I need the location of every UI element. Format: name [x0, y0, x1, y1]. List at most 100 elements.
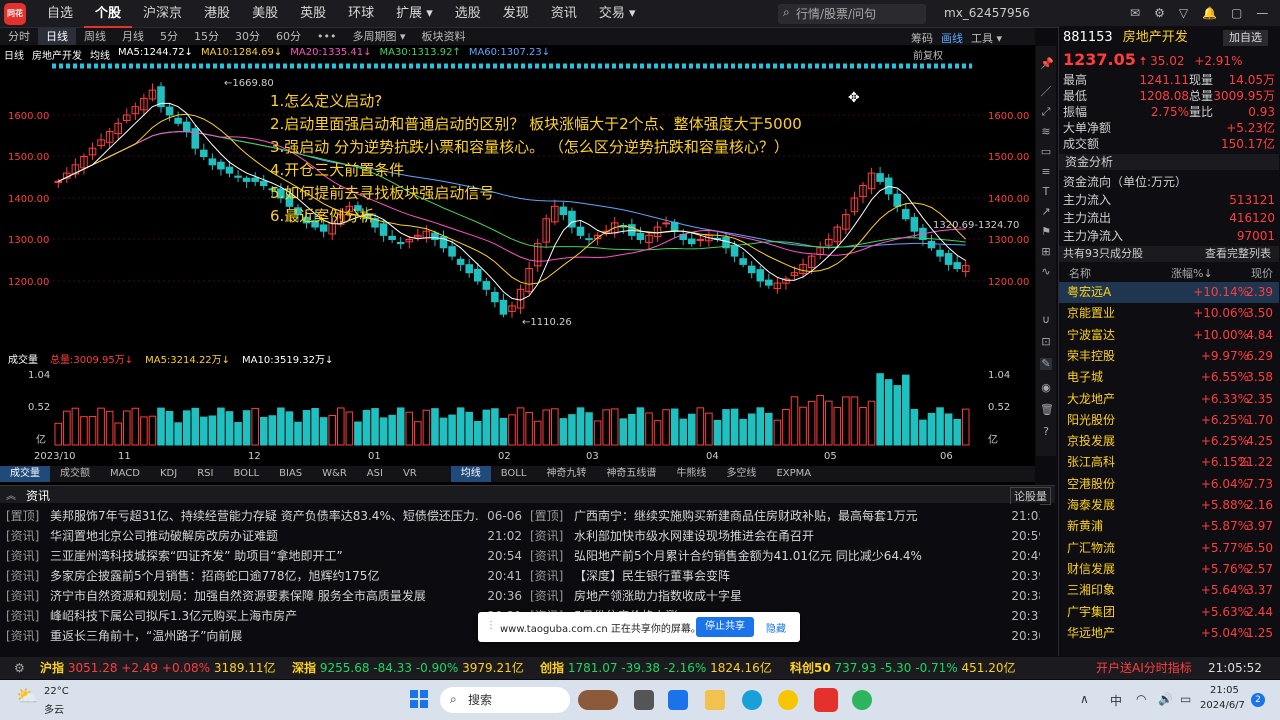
overlay-tab[interactable]: 牛熊线 [666, 466, 716, 482]
index-sz[interactable]: 深指 9255.68 -84.33 -0.90% 3979.21亿 [292, 657, 524, 679]
news-headline[interactable]: 多家房企披露前5个月销售：招商蛇口逾778亿，旭辉约175亿 [50, 566, 480, 586]
multi-period-button[interactable]: 多周期图 ▾ [344, 28, 413, 45]
tray-chevron-icon[interactable]: ∧ [1080, 692, 1089, 706]
news-row[interactable]: [资讯]峰岹科技下属公司拟斥1.3亿元购买上海市房产20:31 [6, 606, 526, 626]
index-sh[interactable]: 沪指 3051.28 +2.49 +0.08% 3189.11亿 [40, 657, 276, 679]
wifi-icon[interactable]: ◠ [1136, 692, 1146, 706]
stock-row[interactable]: 广宇集团 +5.63% 2.44 [1059, 602, 1279, 623]
line-tool-icon[interactable]: ／ [1040, 86, 1052, 98]
news-headline[interactable]: 广西南宁：继续实施购买新建商品住房财政补贴，最高每套1万元 [574, 506, 1004, 526]
news-row[interactable]: [资讯] 房地产领涨助力指数收成十字星 20:38 [530, 586, 1040, 606]
news-headline[interactable]: 房地产领涨助力指数收成十字星 [574, 586, 1004, 606]
taskbar-search[interactable]: 搜索 [440, 687, 570, 713]
add-watchlist-button[interactable]: 加自选 [1223, 30, 1268, 46]
nav-item[interactable]: 环球 [337, 0, 385, 28]
nav-item[interactable]: 交易 ▾ [588, 0, 647, 28]
volume-chart[interactable]: 1.04 0.52 亿 1.04 0.52 亿 2023/10 11 12 01… [0, 365, 1035, 465]
overlay-tab[interactable]: EXPMA [766, 466, 821, 482]
nav-item[interactable]: 自选 [36, 0, 84, 28]
lock-icon[interactable]: ⊡ [1040, 336, 1052, 348]
pen-icon[interactable]: ✎ [1040, 358, 1052, 370]
news-headline[interactable]: 【深度】民生银行董事会变阵 [574, 566, 1004, 586]
overlay-tab[interactable]: 神奇九转 [536, 466, 596, 482]
indicator-tab[interactable]: 成交额 [50, 466, 100, 482]
indicator-tab-active[interactable]: 成交量 [0, 466, 50, 482]
period-tab[interactable]: 周线 [76, 28, 114, 45]
indicator-tab[interactable]: BIAS [269, 466, 312, 482]
stock-row[interactable]: 华远地产 +5.04% 1.25 [1059, 623, 1279, 644]
indicator-tab[interactable]: RSI [187, 466, 223, 482]
nav-item[interactable]: 美股 [241, 0, 289, 28]
stock-row[interactable]: 荣丰控股 +9.97% 6.29 [1059, 346, 1279, 367]
nav-item[interactable]: 港股 [193, 0, 241, 28]
overlay-tab[interactable]: 神奇五线谱 [596, 466, 666, 482]
news-row[interactable]: [资讯] 弘阳地产前5个月累计合约销售金额为41.01亿元 同比减少64.4% 20… [530, 546, 1040, 566]
mail-icon[interactable]: ✉ [1130, 6, 1140, 20]
news-headline[interactable]: 华润置地北京公司推动破解房改房办证难题 [50, 526, 480, 546]
app-icon[interactable] [778, 690, 798, 710]
tonghuashun-taskbar-icon[interactable] [814, 688, 838, 712]
overlay-tab[interactable]: 多空线 [716, 466, 766, 482]
stock-row[interactable]: 京能置业 +10.06% 3.50 [1059, 303, 1279, 324]
period-tab[interactable]: 5分 [152, 28, 186, 45]
news-headline[interactable]: 重返长三角前十，“温州路子”向前展 [50, 626, 480, 646]
stock-row[interactable]: 大龙地产 +6.33% 2.35 [1059, 389, 1279, 410]
settings-icon[interactable]: ⚙ [14, 657, 25, 679]
eye-icon[interactable]: ◉ [1040, 382, 1052, 394]
fib-tool-icon[interactable]: ≡ [1040, 166, 1052, 178]
forum-button[interactable]: 论股量 [1010, 487, 1051, 505]
nav-item[interactable]: 英股 [289, 0, 337, 28]
stop-sharing-button[interactable]: 停止共享 [696, 617, 754, 637]
minimize-icon[interactable]: — [1256, 6, 1268, 20]
mail-app-icon[interactable] [668, 690, 688, 710]
stock-row[interactable]: 粤宏远A +10.14% 2.39 [1059, 282, 1279, 303]
stock-row[interactable]: 新黄浦 +5.87% 3.97 [1059, 516, 1279, 537]
settings-icon[interactable]: ⚙ [1154, 6, 1165, 20]
windows-start-icon[interactable] [410, 690, 428, 708]
news-row[interactable]: [资讯]重返长三角前十，“温州路子”向前展20:30 [6, 626, 526, 646]
rect-tool-icon[interactable]: ▭ [1040, 146, 1052, 158]
collapse-icon[interactable]: ︽ [6, 487, 16, 502]
trash-icon[interactable]: 🗑 [1040, 404, 1054, 416]
bell-icon[interactable]: 🔔 [1202, 6, 1217, 20]
weather-icon[interactable]: ⛅ [16, 686, 38, 707]
view-full-list-button[interactable]: 查看完整列表 [1205, 246, 1271, 262]
notification-badge[interactable]: 2 [1251, 693, 1265, 707]
period-tab[interactable]: 30分 [227, 28, 268, 45]
cycle-tool-icon[interactable]: ∿ [1040, 266, 1052, 278]
draw-line-button[interactable]: 画线 [941, 30, 963, 46]
search-input[interactable]: 行情/股票/问句 [778, 4, 926, 24]
indicator-tab[interactable]: KDJ [150, 466, 187, 482]
channel-tool-icon[interactable]: ≋ [1040, 126, 1052, 138]
nav-item[interactable]: 选股 [444, 0, 492, 28]
battery-icon[interactable]: ▭ [1180, 692, 1191, 706]
stock-row[interactable]: 财信发展 +5.76% 2.57 [1059, 559, 1279, 580]
nav-item-active[interactable]: 个股 [84, 0, 133, 28]
tools-button[interactable]: 工具 ▾ [971, 30, 1002, 46]
news-headline[interactable]: 峰岹科技下属公司拟斥1.3亿元购买上海市房产 [50, 606, 480, 626]
period-tab[interactable]: 月线 [114, 28, 152, 45]
period-tab-active[interactable]: 日线 [38, 28, 76, 45]
news-headline[interactable]: 济宁市自然资源和规划局：加强自然资源要素保障 服务全市高质量发展 [50, 586, 480, 606]
col-price[interactable]: 现价 [1251, 266, 1273, 282]
stock-row[interactable]: 电子城 +6.55% 3.58 [1059, 367, 1279, 388]
magnet-icon[interactable]: ∪ [1040, 314, 1052, 326]
stock-row[interactable]: 广汇物流 +5.77% 5.50 [1059, 538, 1279, 559]
promo-link[interactable]: 开户送AI分时指标 [1096, 657, 1192, 679]
indicator-tab[interactable]: VR [393, 466, 427, 482]
hide-button[interactable]: 隐藏 [766, 620, 786, 635]
indicator-tab[interactable]: MACD [100, 466, 150, 482]
col-pct[interactable]: 涨幅%↓ [1171, 266, 1213, 282]
stock-row[interactable]: 三湘印象 +5.64% 3.37 [1059, 580, 1279, 601]
overlay-tab-active[interactable]: 均线 [450, 466, 491, 482]
news-row[interactable]: [资讯] 济宁市自然资源和规划局：加强自然资源要素保障 服务全市高质量发展 20:3… [6, 586, 526, 606]
ime-indicator[interactable]: 中 [1110, 692, 1122, 709]
task-view-icon[interactable] [634, 690, 654, 710]
help-icon[interactable]: ? [1040, 426, 1052, 438]
index-kc50[interactable]: 科创50 737.93 -5.30 -0.71% 451.20亿 [790, 657, 1016, 679]
news-row[interactable]: [资讯] 水利部加快市级水网建设现场推进会在甬召开 20:59 [530, 526, 1040, 546]
stock-row[interactable]: 京投发展 +6.25% 4.25 [1059, 431, 1279, 452]
mark-tool-icon[interactable]: ⚑ [1040, 226, 1052, 238]
ray-tool-icon[interactable]: ⤢ [1040, 106, 1052, 118]
user-name[interactable]: mx_62457956 [944, 6, 1030, 20]
